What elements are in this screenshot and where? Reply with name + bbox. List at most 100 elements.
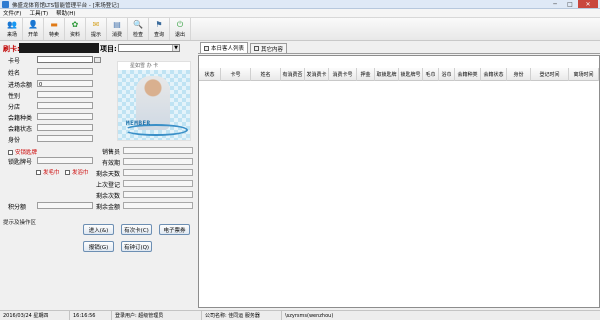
balance-value: 0: [39, 82, 43, 88]
guest-grid[interactable]: 状态 卡号 姓名 有消费否 发消费卡 消费卡号 押金 取锁匙牌 锁匙牌号 毛巾 …: [198, 55, 600, 308]
field-label-amount-left: 剩余金额: [96, 204, 121, 211]
identity-field: [37, 135, 93, 142]
name-field: [37, 68, 93, 75]
menu-file[interactable]: 文件(F): [3, 9, 21, 17]
column-header[interactable]: 会籍状态: [481, 68, 507, 81]
field-label-card-no: 卡号: [8, 58, 21, 65]
toolbar-label: 开单: [27, 32, 38, 38]
e-ticket-button[interactable]: 电子票券: [159, 224, 190, 235]
person-arrive-icon: 👥: [7, 20, 17, 29]
field-label-branch: 分店: [8, 104, 21, 111]
list-icon: [204, 45, 209, 51]
special-sale-icon: ▬: [50, 20, 58, 29]
towel-label: 发毛巾: [43, 170, 60, 176]
column-header[interactable]: 会籍种类: [455, 68, 481, 81]
bath-towel-checkbox[interactable]: 发浴巾: [65, 168, 89, 176]
last-visit-field: [123, 180, 193, 187]
toolbar-label: 退出: [174, 32, 185, 38]
toolbar-query-button[interactable]: ⚑ 查询: [149, 18, 170, 40]
column-header[interactable]: 有消费否: [281, 68, 305, 81]
status-time: 16:16:56: [70, 311, 112, 320]
toolbar-check-button[interactable]: 🔍 检查: [128, 18, 149, 40]
times-left-field: [123, 191, 193, 198]
menu-tools[interactable]: 工具(T): [29, 9, 48, 17]
tab-label: 其它内容: [261, 46, 284, 53]
swipe-card-input[interactable]: [19, 43, 99, 53]
column-header[interactable]: 取锁匙牌: [375, 68, 399, 81]
guest-list-panel: 本日客人列表 其它内容 状态 卡号 姓名 有消费否 发消费卡 消费卡号 押金 取…: [198, 41, 600, 310]
days-left-field: [123, 169, 193, 176]
salesperson-field: [123, 147, 193, 154]
document-icon: [254, 46, 260, 51]
column-header[interactable]: 浴巾: [439, 68, 455, 81]
toolbar-data-button[interactable]: ✿ 资料: [65, 18, 86, 40]
column-header[interactable]: 卡号: [221, 68, 251, 81]
column-header[interactable]: 押金: [357, 68, 375, 81]
toolbar-special-sale-button[interactable]: ▬ 特卖: [44, 18, 65, 40]
toolbar-label: 资料: [69, 32, 80, 38]
card-no-input[interactable]: [37, 56, 93, 63]
order-button[interactable]: 有钟订(Q): [121, 241, 152, 252]
field-label-membership-type: 会籍种类: [8, 115, 33, 122]
window-controls: ─ □ ✕: [548, 0, 598, 8]
column-header[interactable]: 发消费卡: [305, 68, 329, 81]
field-label-membership-status: 会籍状态: [8, 126, 33, 133]
column-header[interactable]: 身份: [507, 68, 531, 81]
column-header[interactable]: 离场时间: [569, 68, 599, 81]
column-header[interactable]: 姓名: [251, 68, 281, 81]
project-label: 项目:: [100, 45, 117, 53]
toolbar: 👥 来场 👤 开单 ▬ 特卖 ✿ 资料 ✉ 提示 ▤ 消费 🔍 检查 ⚑ 查询 ⏻ 退出: [0, 18, 600, 41]
menu-help[interactable]: 帮助(H): [56, 9, 75, 17]
menu-bar: 文件(F) 工具(T) 帮助(H): [0, 9, 600, 18]
hint-area-label: 提示及操作区: [3, 220, 37, 226]
column-header[interactable]: 锁匙牌号: [399, 68, 423, 81]
balance-field: 0: [37, 80, 93, 88]
swipe-card-label: 刷卡:: [3, 45, 20, 53]
maximize-button[interactable]: □: [563, 0, 577, 8]
toolbar-label: 消费: [111, 32, 122, 38]
field-label-points: 积分额: [8, 204, 27, 211]
project-select[interactable]: ▼: [118, 44, 180, 52]
lock-key-checkbox[interactable]: 安锁匙牌: [8, 148, 37, 156]
toolbar-label: 来场: [6, 32, 17, 38]
enter-button[interactable]: 进入(&): [83, 224, 114, 235]
toolbar-arrive-button[interactable]: 👥 来场: [2, 18, 23, 40]
photo-title: 星如雪 办 卡: [130, 63, 159, 69]
toolbar-consume-button[interactable]: ▤ 消费: [107, 18, 128, 40]
toolbar-label: 检查: [132, 32, 143, 38]
field-label-times-left: 剩余次数: [96, 193, 121, 200]
towel-checkbox[interactable]: 发毛巾: [36, 168, 60, 176]
change-card-button[interactable]: 有次卡(C): [121, 224, 152, 235]
status-date: 2016/03/24 星期四: [0, 311, 70, 320]
column-header[interactable]: 登记时间: [531, 68, 569, 81]
gender-field: [37, 91, 93, 98]
card-lookup-button[interactable]: [94, 57, 101, 63]
open-order-icon: 👤: [28, 20, 38, 29]
points-field: [37, 202, 93, 209]
close-button[interactable]: ✕: [578, 0, 598, 8]
field-label-gender: 性别: [8, 93, 21, 100]
tab-other-content[interactable]: 其它内容: [250, 43, 288, 53]
field-label-last-visit: 上次登记: [96, 182, 121, 189]
column-header[interactable]: 毛巾: [423, 68, 439, 81]
query-icon: ⚑: [155, 20, 163, 29]
hint-icon: ✉: [92, 20, 100, 29]
status-company: 公司名称: 佳同运 服务器: [202, 311, 282, 320]
toolbar-hint-button[interactable]: ✉ 提示: [86, 18, 107, 40]
amount-left-field: [123, 202, 193, 209]
field-label-days-left: 剩余天数: [96, 171, 121, 178]
toolbar-open-order-button[interactable]: 👤 开单: [23, 18, 44, 40]
move-button[interactable]: 报销(G): [83, 241, 114, 252]
consume-icon: ▤: [113, 20, 121, 29]
tab-label: 本日客人列表: [211, 46, 245, 52]
tab-today-guests[interactable]: 本日客人列表: [200, 42, 249, 53]
minimize-button[interactable]: ─: [548, 0, 562, 8]
toolbar-exit-button[interactable]: ⏻ 退出: [170, 18, 191, 40]
column-header[interactable]: 状态: [199, 68, 221, 81]
branch-field: [37, 102, 93, 109]
data-icon: ✿: [71, 20, 79, 29]
check-icon: 🔍: [133, 20, 143, 29]
column-header[interactable]: 消费卡号: [329, 68, 357, 81]
lock-key-label: 安锁匙牌: [15, 150, 38, 156]
bath-towel-label: 发浴巾: [72, 170, 89, 176]
